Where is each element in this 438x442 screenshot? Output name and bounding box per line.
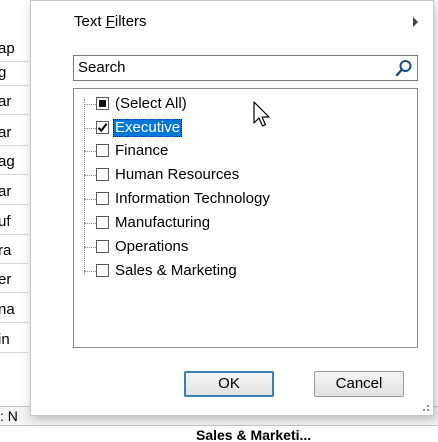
sheet-cell: uf — [0, 210, 28, 235]
tree-connector — [84, 199, 96, 200]
tree-connector — [84, 271, 96, 272]
filter-item-label: Information Technology — [115, 190, 270, 207]
sheet-cell-below: Sales & Marketi... — [196, 427, 312, 440]
autofilter-dropdown: Text Filters (Select All) Executive Financ… — [30, 0, 434, 416]
filter-list-item[interactable]: Executive — [84, 118, 404, 138]
filter-list-item[interactable]: (Select All) — [84, 94, 404, 114]
filter-list-item[interactable]: Manufacturing — [84, 213, 404, 233]
tree-connector — [84, 104, 96, 105]
sheet-cell: na — [0, 298, 28, 323]
tree-connector — [84, 223, 96, 224]
resize-grip-icon[interactable] — [420, 402, 430, 412]
sheet-cell: er — [0, 268, 28, 293]
filter-checkbox[interactable] — [96, 144, 109, 157]
text-filters-label-text: Text Filters — [74, 13, 147, 30]
sheet-cell: ap — [0, 37, 28, 62]
filter-list-item[interactable]: Operations — [84, 237, 404, 257]
filter-item-label: (Select All) — [115, 95, 187, 112]
sheet-cell: in — [0, 328, 28, 353]
tree-connector — [84, 247, 96, 248]
filter-checkbox[interactable] — [96, 240, 109, 253]
filter-item-label: Sales & Marketing — [115, 262, 237, 279]
filter-value-list[interactable]: (Select All) Executive Finance Human Resour… — [73, 88, 418, 348]
filter-checkbox[interactable] — [96, 97, 109, 110]
filter-item-label: Executive — [113, 119, 183, 137]
filter-list-item[interactable]: Information Technology — [84, 189, 404, 209]
filter-checkbox[interactable] — [96, 168, 109, 181]
filter-checkbox[interactable] — [96, 121, 109, 134]
sheet-cell: g — [0, 61, 28, 86]
filter-item-label: Human Resources — [115, 166, 240, 183]
sheet-cell: ar — [0, 90, 28, 115]
filter-list-item[interactable]: Human Resources — [84, 165, 404, 185]
sheet-header-fragment: : N — [0, 408, 18, 424]
mouse-pointer-icon — [253, 101, 270, 127]
tree-connector — [84, 175, 96, 176]
filter-item-label: Operations — [115, 238, 189, 255]
filter-list-item[interactable]: Sales & Marketing — [84, 261, 404, 281]
chevron-right-icon — [413, 17, 418, 27]
filter-list-item[interactable]: Finance — [84, 141, 404, 161]
search-input[interactable] — [74, 56, 378, 78]
tree-connector — [84, 128, 96, 129]
text-filters-menu-item[interactable]: Text Filters — [62, 11, 424, 35]
filter-checkbox[interactable] — [96, 216, 109, 229]
tree-connector — [84, 151, 96, 152]
filter-item-label: Finance — [115, 142, 169, 159]
search-icon[interactable] — [395, 59, 413, 77]
filter-checkbox[interactable] — [96, 192, 109, 205]
sheet-cell: ar — [0, 121, 28, 146]
ok-button[interactable]: OK — [184, 371, 274, 397]
mnemonic-letter: F — [105, 13, 115, 30]
filter-checkbox[interactable] — [96, 264, 109, 277]
sheet-cell: ra — [0, 239, 28, 264]
checkmark-icon — [97, 123, 108, 133]
sheet-cell: ar — [0, 180, 28, 205]
filter-item-label: Manufacturing — [115, 214, 211, 231]
search-field[interactable] — [73, 55, 418, 81]
sheet-cell: ag — [0, 150, 28, 175]
cancel-button[interactable]: Cancel — [314, 371, 404, 397]
text-filters-label: Text Filters — [74, 13, 147, 30]
menu-icon-gutter — [31, 1, 61, 415]
